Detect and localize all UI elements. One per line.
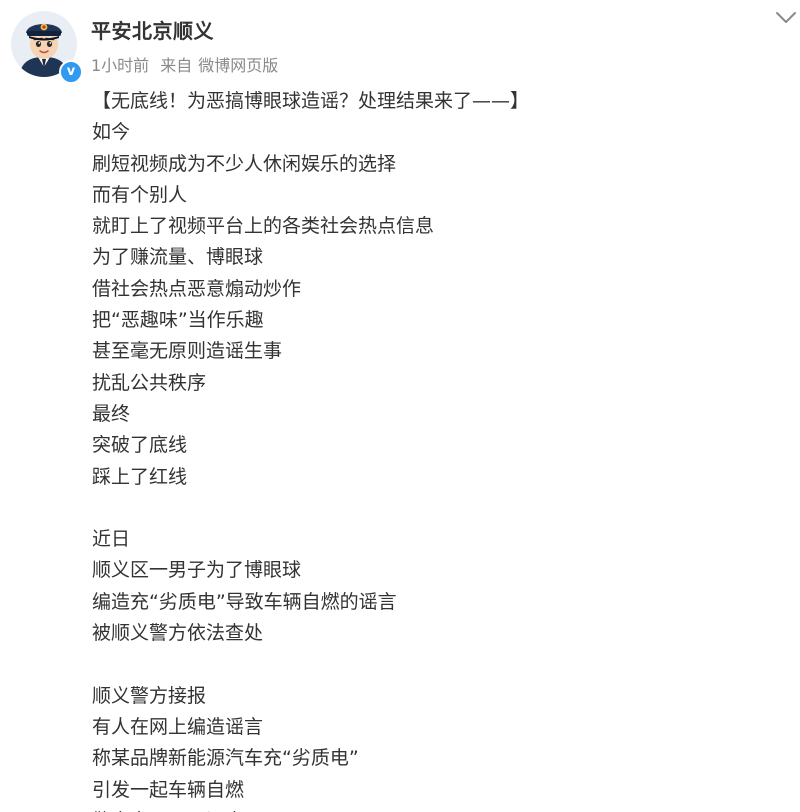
post-text-line: 把“恶趣味”当作乐趣 [92, 309, 264, 332]
post-text-line: 甚至毫无原则造谣生事 [92, 340, 283, 363]
post-content: 【无底线！为恶搞博眼球造谣？处理结果来了——】 如今刷短视频成为不少人休闲娱乐的选… [92, 86, 792, 812]
post-header: v 平安北京顺义 1小时前 来自 微博网页版 [0, 0, 800, 90]
post-text-line: 踩上了红线 [92, 465, 188, 488]
verified-badge-icon: v [59, 60, 83, 84]
post-text-line: 为了赚流量、博眼球 [92, 246, 264, 269]
post-text-line: 被顺义警方依法查处 [92, 622, 264, 645]
post-text-line: 顺义区一男子为了博眼球 [92, 559, 302, 582]
author-name[interactable]: 平安北京顺义 [91, 15, 214, 44]
post-text-line [92, 493, 792, 524]
post-text-line: 突破了底线 [92, 434, 188, 457]
post-text-line: 刷短视频成为不少人休闲娱乐的选择 [92, 152, 397, 175]
post-text-line: 最终 [92, 402, 131, 425]
post-text-line: 引发一起车辆自燃 [92, 778, 245, 801]
post-text-line: 借社会热点恶意煽动炒作 [92, 277, 302, 300]
post-text-line: 就盯上了视频平台上的各类社会热点信息 [92, 215, 435, 238]
post-text-line: 警方立即开展调查 [92, 806, 792, 812]
avatar-container[interactable]: v [11, 11, 83, 84]
post-text-line: 编造充“劣质电”导致车辆自燃的谣言 [92, 590, 397, 613]
source-prefix: 来自 [160, 56, 193, 75]
post-text-line: 而有个别人 [92, 183, 188, 206]
post-text-line: 顺义警方接报 [92, 684, 207, 707]
post-text-line: 如今 [92, 121, 131, 144]
post-text-line [92, 649, 792, 680]
chevron-down-icon[interactable] [774, 9, 798, 27]
post-time[interactable]: 1小时前 [91, 56, 149, 75]
post-source[interactable]: 微博网页版 [198, 56, 278, 75]
post-text-line: 扰乱公共秩序 [92, 371, 207, 394]
post-text-line: 【无底线！为恶搞博眼球造谣？处理结果来了——】 [92, 90, 530, 112]
post-text-line: 称某品牌新能源汽车充“劣质电” [92, 747, 359, 770]
post-text-line: 有人在网上编造谣言 [92, 715, 264, 738]
post-text-line: 近日 [92, 528, 131, 551]
post-meta: 1小时前 来自 微博网页版 [91, 52, 284, 76]
